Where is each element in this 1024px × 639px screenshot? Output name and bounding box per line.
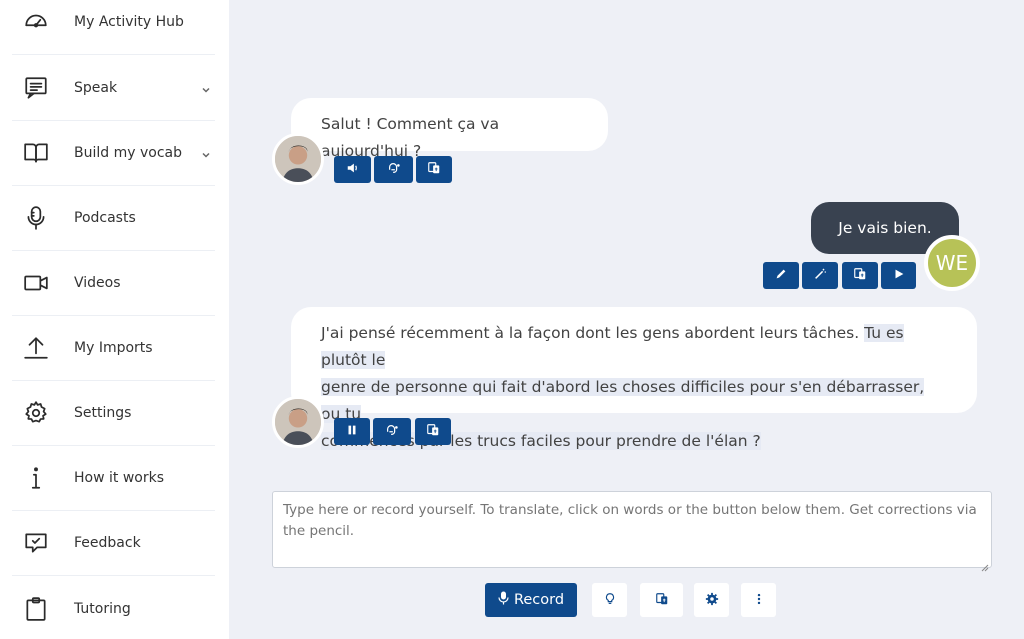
sidebar-item-label: My Imports: [74, 340, 153, 356]
sidebar-item-build-my-vocab[interactable]: Build my vocab: [12, 121, 215, 186]
translate-button[interactable]: [416, 156, 452, 183]
sidebar-item-label: Podcasts: [74, 210, 136, 226]
settings-button[interactable]: [694, 583, 729, 617]
sidebar-item-label: Videos: [74, 275, 121, 291]
sidebar-item-my-activity-hub[interactable]: My Activity Hub: [12, 0, 215, 55]
sidebar-item-speak[interactable]: Speak: [12, 56, 215, 121]
sidebar-item-videos[interactable]: Videos: [12, 251, 215, 316]
message-text-highlighted[interactable]: genre de personne qui fait d'abord les c…: [321, 378, 925, 423]
message-input[interactable]: [272, 491, 992, 568]
more-vertical-icon: [752, 591, 766, 610]
record-button[interactable]: Record: [485, 583, 577, 617]
pause-icon: [345, 422, 359, 441]
translate-icon: [655, 591, 669, 610]
translate-icon: [427, 160, 441, 179]
sidebar-item-feedback[interactable]: Feedback: [12, 511, 215, 576]
sidebar-item-podcasts[interactable]: Podcasts: [12, 186, 215, 251]
translate-button[interactable]: [842, 262, 878, 289]
speech-settings-icon: [385, 422, 399, 441]
translate-button[interactable]: [415, 418, 451, 445]
sidebar-item-label: How it works: [74, 470, 164, 486]
hint-button[interactable]: [592, 583, 627, 617]
sidebar-item-label: Feedback: [74, 535, 141, 551]
improve-button[interactable]: [802, 262, 838, 289]
record-label: Record: [513, 592, 565, 608]
sidebar-item-label: My Activity Hub: [74, 14, 184, 30]
user-initials: WE: [935, 251, 969, 275]
translate-button[interactable]: [640, 583, 683, 617]
chat-area: Salut ! Comment ça va aujourd'hui ? Je v…: [229, 0, 1024, 639]
user-avatar: WE: [924, 235, 980, 291]
message-text[interactable]: Salut ! Comment ça va aujourd'hui ?: [321, 115, 499, 160]
more-options-button[interactable]: [741, 583, 776, 617]
sidebar-item-label: Settings: [74, 405, 132, 421]
tutor-message-bubble: J'ai pensé récemment à la façon dont les…: [291, 307, 977, 450]
video-camera-icon: [22, 269, 50, 297]
resize-handle-icon[interactable]: [981, 557, 989, 572]
play-button[interactable]: [881, 262, 916, 289]
message-text[interactable]: J'ai pensé récemment à la façon dont les…: [321, 324, 864, 342]
chevron-down-icon[interactable]: [201, 145, 211, 158]
microphone-icon: [498, 591, 514, 609]
clipboard-icon: [22, 595, 50, 623]
feedback-bubble-icon: [22, 529, 50, 557]
gear-icon: [22, 399, 50, 427]
chevron-down-icon[interactable]: [201, 80, 211, 93]
speech-settings-button[interactable]: [374, 156, 413, 183]
microphone-icon: [22, 204, 50, 232]
gear-icon: [705, 591, 719, 610]
message-text[interactable]: Je vais bien.: [838, 219, 931, 237]
pause-button[interactable]: [334, 418, 370, 445]
sidebar-item-label: Speak: [74, 80, 118, 96]
play-icon: [892, 266, 906, 285]
translate-icon: [853, 266, 867, 285]
info-icon: [22, 464, 50, 492]
correct-button[interactable]: [763, 262, 799, 289]
sidebar-item-how-it-works[interactable]: How it works: [12, 446, 215, 511]
lightbulb-icon: [603, 591, 617, 610]
sidebar-item-label: Tutoring: [74, 600, 131, 617]
open-book-icon: [22, 139, 50, 167]
tutor-avatar: [272, 396, 324, 448]
sidebar-item-my-imports[interactable]: My Imports: [12, 316, 215, 381]
sidebar-item-tutoring[interactable]: Tutoring: [12, 576, 215, 639]
upload-arrow-icon: [22, 334, 50, 362]
pencil-icon: [774, 266, 788, 285]
tutor-avatar: [272, 133, 324, 185]
sidebar-item-label: Build my vocab: [74, 145, 182, 161]
chat-message-icon: [22, 74, 50, 102]
speech-settings-icon: [387, 160, 401, 179]
speaker-icon: [346, 160, 360, 179]
sidebar: My Activity Hub Speak Build my vocab Pod…: [0, 0, 229, 639]
dashboard-gauge-icon: [22, 8, 50, 36]
magic-wand-icon: [813, 266, 827, 285]
sidebar-item-settings[interactable]: Settings: [12, 381, 215, 446]
tutor-message-bubble: Salut ! Comment ça va aujourd'hui ?: [291, 98, 608, 160]
speech-settings-button[interactable]: [373, 418, 411, 445]
translate-icon: [426, 422, 440, 441]
speak-aloud-button[interactable]: [334, 156, 371, 183]
